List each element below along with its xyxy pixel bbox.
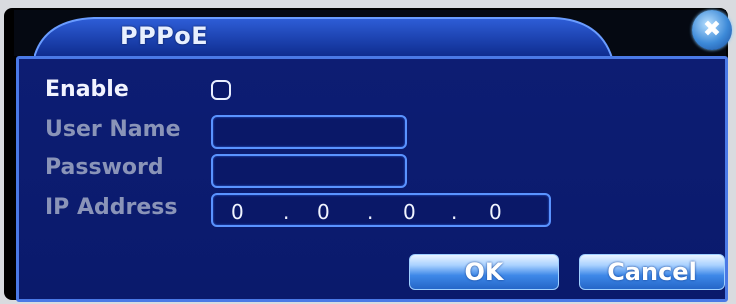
cancel-button[interactable]: Cancel [579,254,725,290]
ok-button[interactable]: OK [409,254,559,290]
password-label: Password [45,155,164,180]
enable-checkbox[interactable] [211,80,231,100]
ip-octet-4[interactable]: 0 [489,200,502,224]
settings-panel: Enable User Name Password IP Address 0 .… [16,56,728,302]
pppoe-dialog: PPPoE ✖ Enable User Name Password IP Add… [4,8,732,302]
dialog-title: PPPoE [120,22,209,50]
title-bar: PPPoE [14,10,726,58]
ip-octet-3[interactable]: 0 [403,200,416,224]
title-tab: PPPoE [34,16,614,58]
close-icon[interactable]: ✖ [692,10,732,50]
ip-address-label: IP Address [45,195,178,220]
ip-separator: . [451,200,458,224]
ip-separator: . [283,200,290,224]
ip-octet-1[interactable]: 0 [231,200,244,224]
password-input[interactable] [211,154,407,188]
username-input[interactable] [211,115,407,149]
ip-separator: . [367,200,374,224]
ip-address-input[interactable]: 0 . 0 . 0 . 0 [211,193,551,227]
enable-label: Enable [45,77,129,102]
username-label: User Name [45,117,181,142]
ip-octet-2[interactable]: 0 [317,200,330,224]
